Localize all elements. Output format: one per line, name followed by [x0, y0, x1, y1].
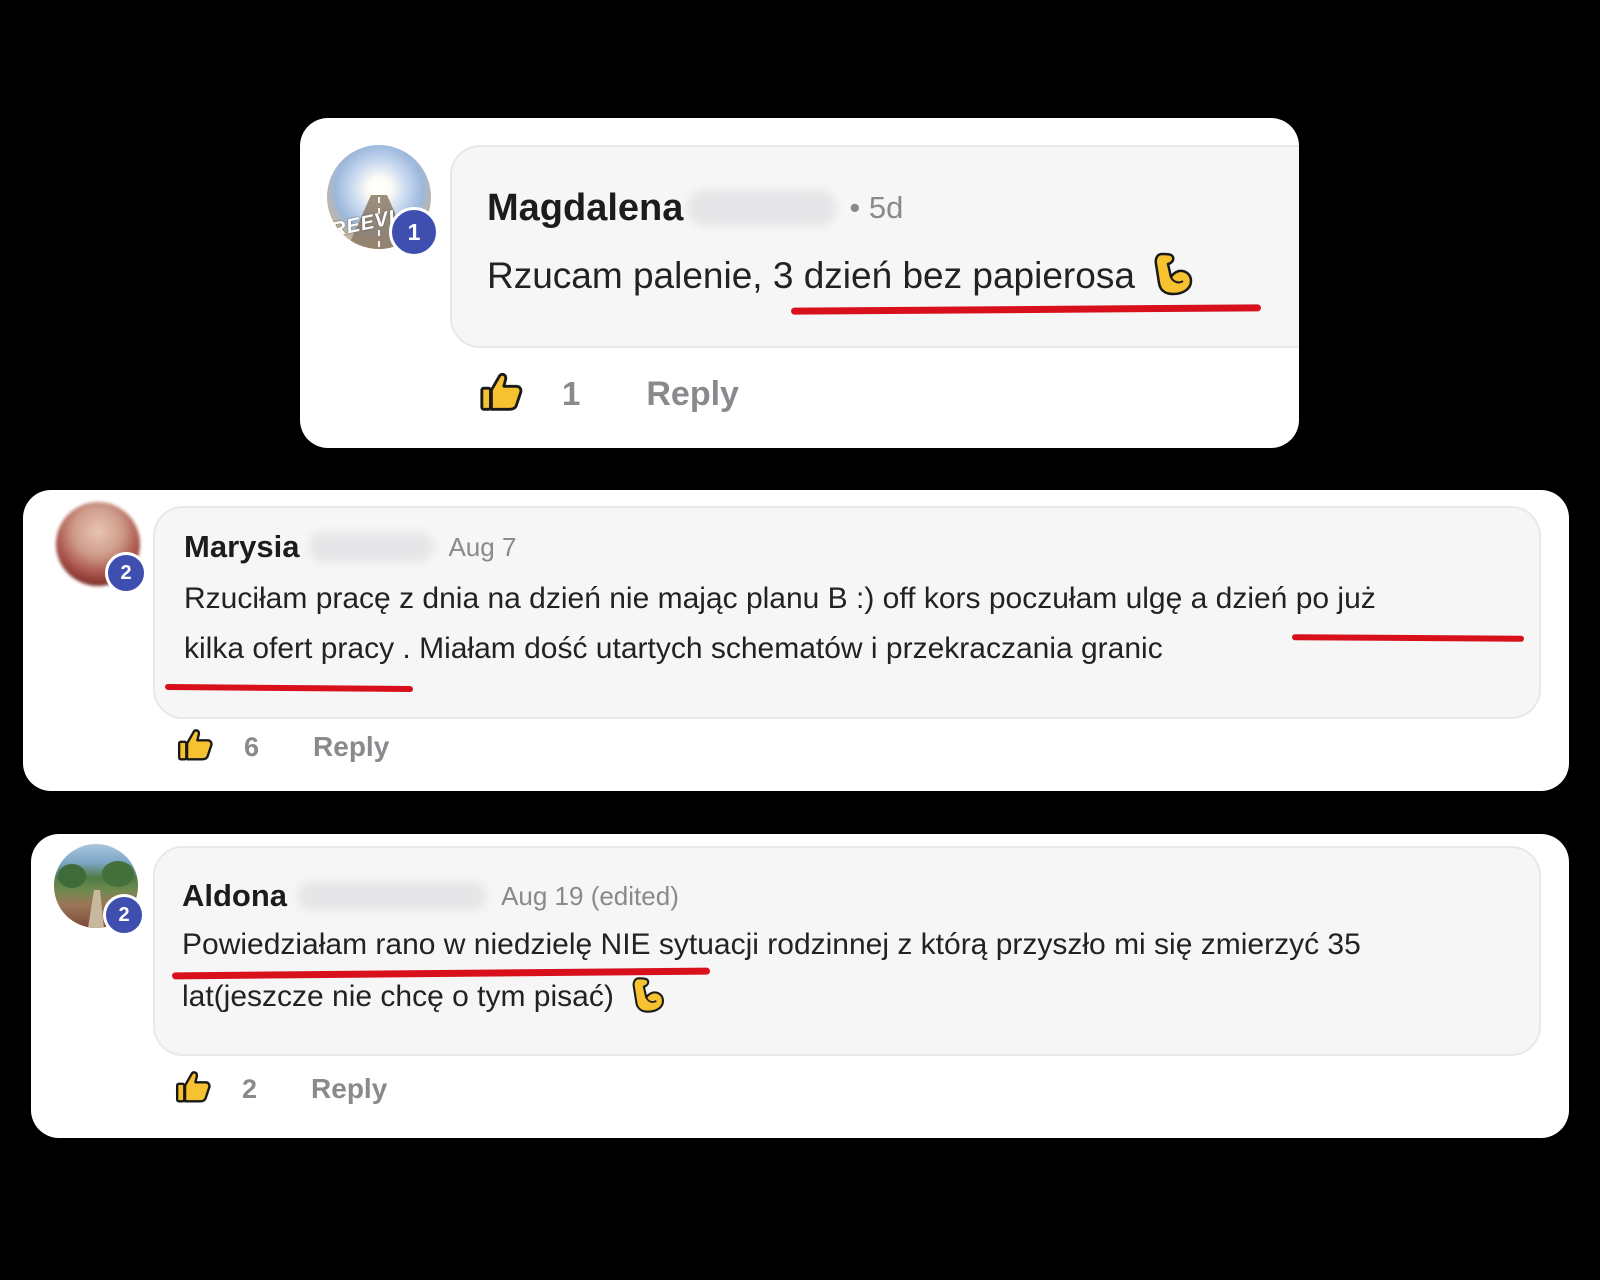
comment-time: Aug 19 (edited) — [501, 880, 679, 911]
comment-actions: 6 Reply — [176, 723, 389, 771]
reply-count-badge: 2 — [103, 894, 145, 936]
like-count: 6 — [244, 731, 260, 762]
author-name[interactable]: Magdalena — [487, 187, 683, 230]
blurred-surname — [687, 190, 838, 226]
reply-button[interactable]: Reply — [646, 375, 739, 414]
comment-text-line-1: Rzuciłam pracę z dnia na dzień nie mając… — [184, 582, 1376, 615]
like-count: 1 — [562, 375, 581, 412]
comment-card-magdalena: REEVI 1 Magdalena • 5d Rzucam palenie, 3… — [300, 118, 1299, 448]
comment-card-aldona: 2 Aldona Aug 19 (edited) Powiedziałam ra… — [31, 834, 1569, 1138]
comment-header: Magdalena • 5d — [487, 183, 903, 233]
reply-count-badge: 1 — [389, 207, 439, 257]
reply-button[interactable]: Reply — [313, 731, 389, 763]
comment-header: Aldona Aug 19 (edited) — [182, 876, 679, 916]
comment-text-line-2: lat(jeszcze nie chcę o tym pisać) — [182, 972, 668, 1022]
comment-time: • 5d — [849, 190, 904, 225]
comment-time: Aug 7 — [448, 531, 517, 562]
like-icon[interactable] — [176, 726, 214, 769]
like-icon[interactable] — [174, 1068, 212, 1111]
comment-card-marysia: 2 Marysia Aug 7 Rzuciłam pracę z dnia na… — [23, 490, 1569, 791]
comment-text-line-1: Powiedziałam rano w niedzielę NIE sytuac… — [182, 928, 1361, 961]
comment-header: Marysia Aug 7 — [184, 527, 516, 567]
comment-text: Rzucam palenie, 3 dzień bez papierosa — [487, 246, 1197, 306]
reply-button[interactable]: Reply — [311, 1073, 387, 1105]
flexed-biceps-icon — [628, 975, 668, 1020]
blurred-surname — [309, 532, 435, 562]
comment-actions: 2 Reply — [174, 1065, 387, 1113]
comment-text-line-2: kilka ofert pracy . Miałam dość utartych… — [184, 632, 1163, 665]
blurred-surname — [297, 881, 488, 911]
comment-actions: 1 Reply — [478, 368, 739, 420]
like-count: 2 — [242, 1073, 258, 1104]
like-icon[interactable] — [478, 369, 524, 420]
flexed-biceps-icon — [1149, 250, 1197, 303]
author-name[interactable]: Marysia — [184, 529, 299, 565]
author-name[interactable]: Aldona — [182, 878, 287, 914]
reply-count-badge: 2 — [105, 552, 147, 594]
